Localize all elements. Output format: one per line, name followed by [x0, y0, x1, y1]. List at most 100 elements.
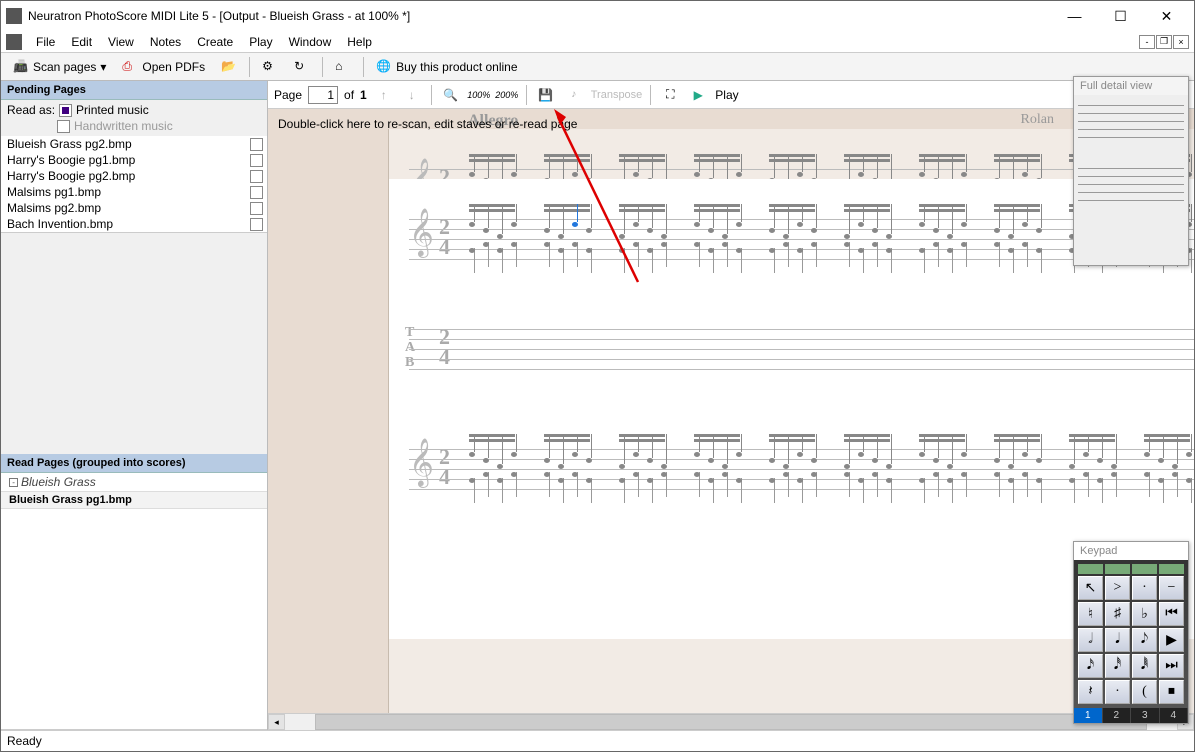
horizontal-scrollbar[interactable]: ◂ ▸ [268, 713, 1194, 730]
play-button[interactable]: ▶ [687, 84, 709, 106]
full-detail-title: Full detail view [1074, 77, 1188, 95]
handwritten-music-checkbox[interactable] [57, 120, 70, 133]
full-detail-body [1074, 95, 1188, 265]
menu-file[interactable]: File [28, 33, 63, 51]
transpose-label: Transpose [591, 89, 643, 101]
title-bar: Neuratron PhotoScore MIDI Lite 5 - [Outp… [1, 1, 1194, 31]
pending-page-item[interactable]: Bach Invention.bmp [1, 216, 267, 232]
open-pdfs-button[interactable]: ⎙ Open PDFs [116, 56, 211, 78]
menu-create[interactable]: Create [189, 33, 241, 51]
globe-icon: 🌐 [376, 59, 392, 75]
zoom-200-button[interactable]: 200% [496, 84, 518, 106]
keypad-key[interactable]: · [1105, 680, 1130, 704]
keypad-key[interactable]: ♮ [1078, 602, 1103, 626]
full-detail-window[interactable]: Full detail view [1073, 76, 1189, 266]
scroll-left-button[interactable]: ◂ [268, 714, 285, 730]
pending-page-item[interactable]: Harry's Boogie pg1.bmp [1, 152, 267, 168]
dropdown-icon: ▾ [100, 60, 106, 74]
prev-page-button[interactable]: ↑ [373, 84, 395, 106]
menu-help[interactable]: Help [339, 33, 380, 51]
zoom-100-button[interactable]: 100% [468, 84, 490, 106]
transpose-button[interactable]: ♪ [563, 84, 585, 106]
save-button[interactable]: 💾 [535, 84, 557, 106]
pending-page-item[interactable]: Harry's Boogie pg2.bmp [1, 168, 267, 184]
keypad-key[interactable]: ⏹ [1159, 680, 1184, 704]
page-checkbox[interactable] [250, 138, 263, 151]
content-area: Page of 1 ↑ ↓ 🔍 100% 200% 💾 ♪ Transpose … [268, 81, 1194, 730]
keypad-key[interactable]: · [1132, 576, 1157, 600]
status-bar: Ready [1, 730, 1194, 751]
page-checkbox[interactable] [250, 218, 263, 231]
score-group[interactable]: -Blueish Grass [1, 473, 267, 492]
menu-notes[interactable]: Notes [142, 33, 189, 51]
scroll-thumb[interactable] [315, 714, 1147, 730]
zoom-fit-button[interactable]: 🔍 [440, 84, 462, 106]
fullscreen-button[interactable]: ⛶ [659, 84, 681, 106]
gear-icon: ⚙ [262, 59, 278, 75]
maximize-button[interactable]: ☐ [1098, 4, 1143, 29]
home-button[interactable]: ⌂ [329, 56, 357, 78]
keypad-title: Keypad [1074, 542, 1188, 560]
keypad-key[interactable]: 𝅘𝅥𝅱 [1132, 654, 1157, 678]
read-pages-header: Read Pages (grouped into scores) [1, 454, 267, 473]
pending-pages-header: Pending Pages [1, 81, 267, 100]
settings-button[interactable]: ⚙ [256, 56, 284, 78]
refresh-button[interactable]: ↻ [288, 56, 316, 78]
keypad-key[interactable]: ♯ [1105, 602, 1130, 626]
page-checkbox[interactable] [250, 154, 263, 167]
menu-view[interactable]: View [100, 33, 142, 51]
play-label: Play [715, 88, 738, 102]
pending-page-item[interactable]: Malsims pg2.bmp [1, 200, 267, 216]
page-checkbox[interactable] [250, 186, 263, 199]
pending-page-item[interactable]: Malsims pg1.bmp [1, 184, 267, 200]
mdi-restore[interactable]: ❐ [1156, 35, 1172, 49]
pending-pages-list: Blueish Grass pg2.bmpHarry's Boogie pg1.… [1, 136, 267, 233]
keypad-key[interactable]: > [1105, 576, 1130, 600]
pdf-icon: ⎙ [122, 59, 138, 75]
keypad-key[interactable]: 𝅘𝅥 [1105, 628, 1130, 652]
keypad-key[interactable]: − [1159, 576, 1184, 600]
minimize-button[interactable]: — [1052, 4, 1097, 29]
menu-bar: File Edit View Notes Create Play Window … [1, 31, 1194, 53]
keypad-key[interactable]: ⏮ [1159, 602, 1184, 626]
page-total: 1 [360, 88, 367, 102]
keypad-key[interactable]: 𝅘𝅥𝅯 [1078, 654, 1103, 678]
printed-music-checkbox[interactable] [59, 104, 72, 117]
keypad-key[interactable]: ▶ [1159, 628, 1184, 652]
score-page[interactable]: Blueish Grass pg1.bmp [1, 492, 267, 509]
keypad-key[interactable]: 𝄽 [1078, 680, 1103, 704]
window-title: Neuratron PhotoScore MIDI Lite 5 - [Outp… [28, 9, 1052, 23]
menu-play[interactable]: Play [241, 33, 280, 51]
keypad-key[interactable]: ↖ [1078, 576, 1103, 600]
sidebar: Pending Pages Read as: Printed music Han… [1, 81, 268, 730]
score-area[interactable]: Double-click here to re-scan, edit stave… [268, 109, 1194, 730]
keypad-key[interactable]: 𝅘𝅥𝅰 [1105, 654, 1130, 678]
next-page-button[interactable]: ↓ [401, 84, 423, 106]
page-toolbar: Page of 1 ↑ ↓ 🔍 100% 200% 💾 ♪ Transpose … [268, 81, 1194, 109]
mdi-close[interactable]: × [1173, 35, 1189, 49]
page-checkbox[interactable] [250, 202, 263, 215]
keypad-key[interactable]: ⏭ [1159, 654, 1184, 678]
menu-window[interactable]: Window [281, 33, 340, 51]
mdi-minimize[interactable]: - [1139, 35, 1155, 49]
keypad-tab[interactable]: 3 [1131, 708, 1160, 723]
page-number-input[interactable] [308, 86, 338, 104]
close-button[interactable]: ✕ [1144, 4, 1189, 29]
keypad-tab[interactable]: 4 [1160, 708, 1189, 723]
keypad-key[interactable]: ♭ [1132, 602, 1157, 626]
refresh-icon: ↻ [294, 59, 310, 75]
scan-pages-button[interactable]: 📠 Scan pages ▾ [7, 56, 112, 78]
keypad-tab[interactable]: 1 [1074, 708, 1103, 723]
keypad-tab[interactable]: 2 [1103, 708, 1132, 723]
keypad-key[interactable]: 𝅗𝅥 [1078, 628, 1103, 652]
open-file-button[interactable]: 📂 [215, 56, 243, 78]
of-label: of [344, 88, 354, 102]
pending-page-item[interactable]: Blueish Grass pg2.bmp [1, 136, 267, 152]
buy-online-button[interactable]: 🌐 Buy this product online [370, 56, 523, 78]
keypad-key[interactable]: 𝅘𝅥𝅮 [1132, 628, 1157, 652]
keypad-key[interactable]: ( [1132, 680, 1157, 704]
keypad-window[interactable]: Keypad ↖>·−♮♯♭⏮𝅗𝅥𝅘𝅥𝅘𝅥𝅮▶𝅘𝅥𝅯𝅘𝅥𝅰𝅘𝅥𝅱⏭𝄽·(⏹ 12… [1073, 541, 1189, 724]
menu-edit[interactable]: Edit [63, 33, 100, 51]
folder-icon: 📂 [221, 59, 237, 75]
page-checkbox[interactable] [250, 170, 263, 183]
